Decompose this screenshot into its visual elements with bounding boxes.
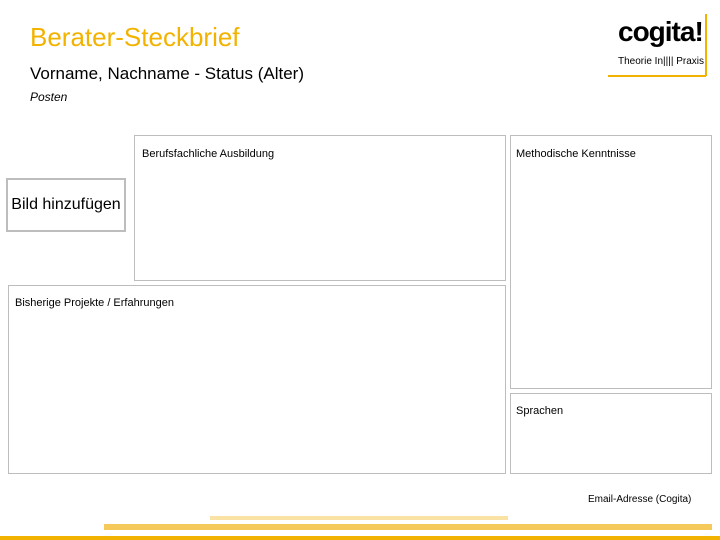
ausbildung-label: Berufsfachliche Ausbildung xyxy=(142,148,275,160)
kenntnisse-label: Methodische Kenntnisse xyxy=(516,148,636,160)
projekte-box[interactable]: Bisherige Projekte / Erfahrungen xyxy=(8,285,506,474)
page-title: Berater-Steckbrief xyxy=(30,22,240,52)
sprachen-box[interactable]: Sprachen xyxy=(510,393,712,474)
footer-bar-middle xyxy=(104,524,712,530)
logo-underline xyxy=(608,75,706,77)
footer-bar-short xyxy=(210,516,508,520)
add-picture-button[interactable]: Bild hinzufügen xyxy=(6,178,126,232)
position-text[interactable]: Posten xyxy=(30,90,67,104)
logo-tagline: Theorie In|||| Praxis xyxy=(618,56,704,67)
logo-vertical-line xyxy=(705,14,707,76)
projekte-label: Bisherige Projekte / Erfahrungen xyxy=(15,297,174,309)
footer-bar-bottom xyxy=(0,536,720,540)
consultant-name-status[interactable]: Vorname, Nachname - Status (Alter) xyxy=(30,64,304,84)
cogita-logo: cogita! Theorie In|||| Praxis xyxy=(600,14,712,94)
logo-wordmark: cogita! xyxy=(618,16,704,47)
kenntnisse-box[interactable]: Methodische Kenntnisse xyxy=(510,135,712,389)
ausbildung-box[interactable]: Berufsfachliche Ausbildung xyxy=(134,135,506,281)
email-address[interactable]: Email-Adresse (Cogita) xyxy=(588,494,691,505)
sprachen-label: Sprachen xyxy=(516,405,564,417)
